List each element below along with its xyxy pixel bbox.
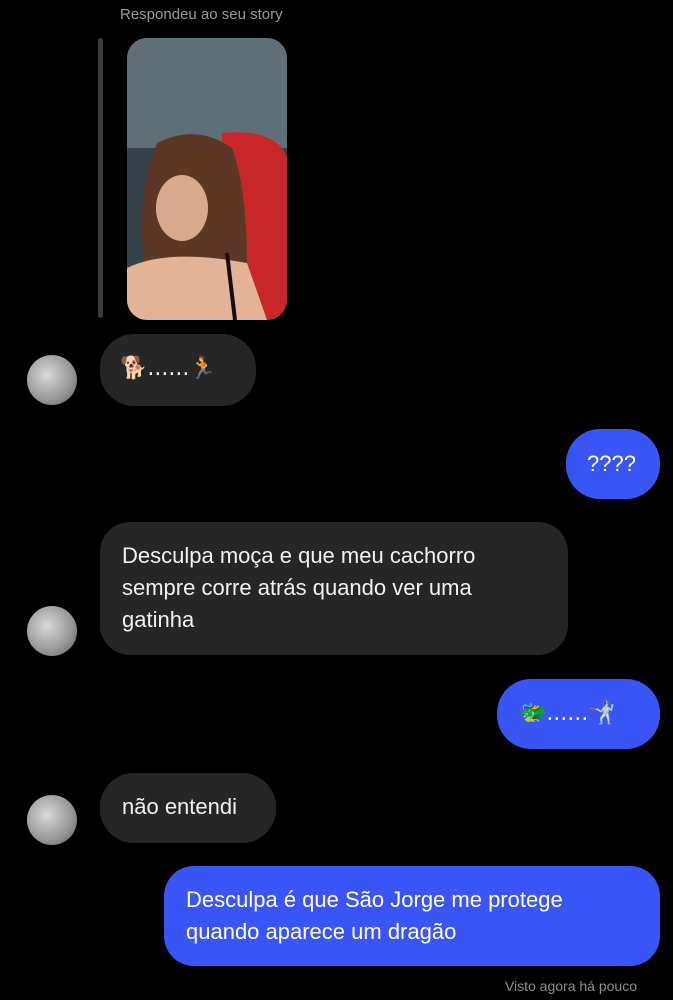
story-thumbnail[interactable]: [127, 38, 287, 320]
message-line: gatinha: [122, 607, 195, 632]
message-line: Desculpa é que São Jorge me protege: [186, 887, 563, 912]
contact-avatar[interactable]: [27, 795, 77, 845]
incoming-message-bubble: Desculpa moça e que meu cachorro sempre …: [100, 522, 568, 655]
outgoing-message-bubble: ????: [566, 429, 660, 499]
story-reply-caption: Respondeu ao seu story: [120, 6, 283, 23]
story-quote-bar: [98, 38, 103, 318]
outgoing-message-bubble: 🐲......🤺: [497, 679, 660, 749]
incoming-message-bubble: não entendi: [100, 773, 276, 843]
message-line: Desculpa moça e que meu cachorro: [122, 543, 476, 568]
contact-avatar[interactable]: [27, 355, 77, 405]
message-line: sempre corre atrás quando ver uma: [122, 575, 472, 600]
contact-avatar[interactable]: [27, 606, 77, 656]
message-line: quando aparece um dragão: [186, 919, 457, 944]
outgoing-message-bubble: Desculpa é que São Jorge me protege quan…: [164, 866, 660, 966]
seen-status: Visto agora há pouco: [504, 978, 637, 994]
story-photo-placeholder: [127, 38, 287, 320]
incoming-message-bubble: 🐕......🏃: [100, 334, 256, 406]
